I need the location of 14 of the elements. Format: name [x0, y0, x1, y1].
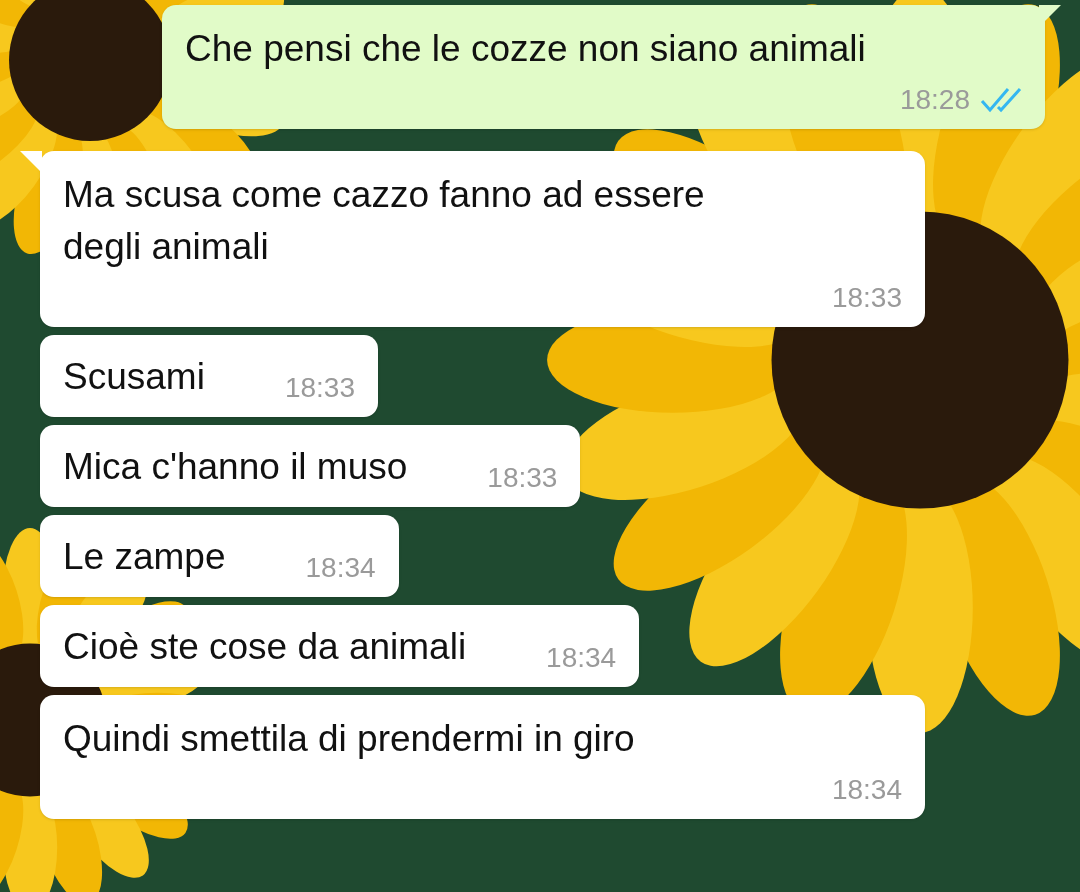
- message-text: Le zampe: [63, 535, 226, 579]
- message-time: 18:33: [487, 461, 558, 495]
- message-text: Che pensi che le cozze non siano animali: [185, 27, 867, 71]
- message-time: 18:34: [305, 551, 376, 585]
- message-time: 18:34: [546, 641, 617, 675]
- message-text: Cioè ste cose da animali: [63, 625, 467, 669]
- message-text: Scusami: [63, 355, 205, 399]
- message-text: Quindi smettila di prendermi in giro: [63, 717, 636, 761]
- message-text: Mica c'hanno il muso: [63, 445, 408, 489]
- message-time: 18:34: [831, 773, 902, 807]
- message-time: 18:28: [899, 83, 970, 117]
- message-time: 18:33: [831, 281, 902, 315]
- message-time: 18:33: [284, 371, 355, 405]
- message-text: Ma scusa come cazzo fanno ad essere degli animali: [63, 173, 706, 269]
